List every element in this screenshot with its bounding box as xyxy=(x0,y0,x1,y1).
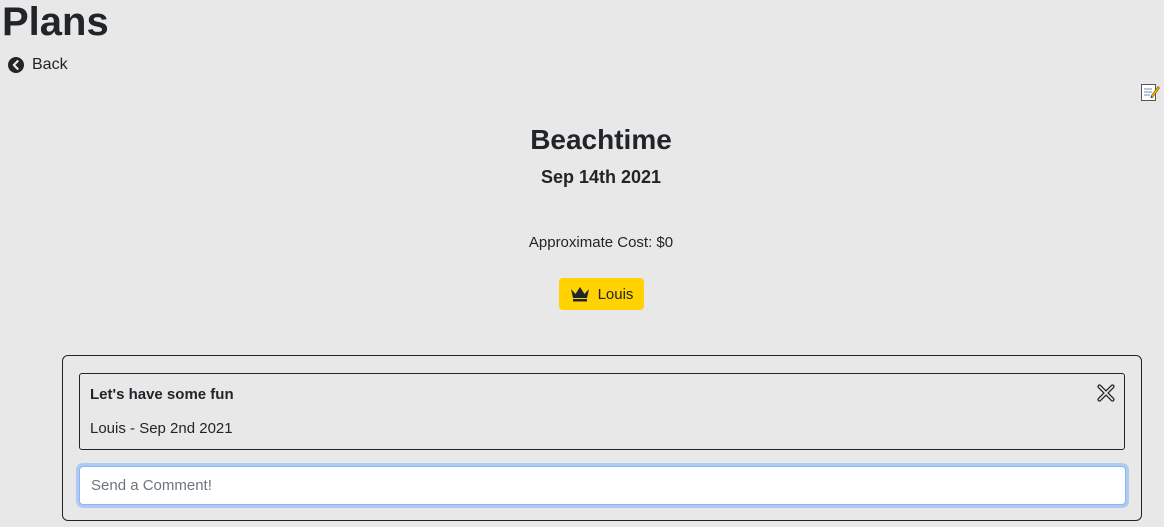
comment-text: Let's have some fun xyxy=(90,386,234,403)
back-label: Back xyxy=(32,56,68,73)
crown-icon xyxy=(570,287,589,302)
page-title: Plans xyxy=(2,0,109,44)
comment-input[interactable] xyxy=(79,466,1126,505)
comment-card: Let's have some fun Louis - Sep 2nd 2021 xyxy=(79,373,1125,450)
plan-title: Beachtime xyxy=(530,124,672,155)
comment-meta: Louis - Sep 2nd 2021 xyxy=(90,420,233,437)
owner-name: Louis xyxy=(597,285,634,303)
close-x-icon[interactable] xyxy=(1096,383,1116,403)
edit-note-icon[interactable] xyxy=(1140,82,1160,102)
plan-date: Sep 14th 2021 xyxy=(540,167,662,187)
circle-chevron-left-icon xyxy=(8,57,24,73)
plan-cost: Approximate Cost: $0 xyxy=(528,234,674,251)
back-button[interactable]: Back xyxy=(8,56,68,74)
comments-panel: Let's have some fun Louis - Sep 2nd 2021 xyxy=(62,355,1142,521)
owner-badge: Louis xyxy=(559,278,644,310)
